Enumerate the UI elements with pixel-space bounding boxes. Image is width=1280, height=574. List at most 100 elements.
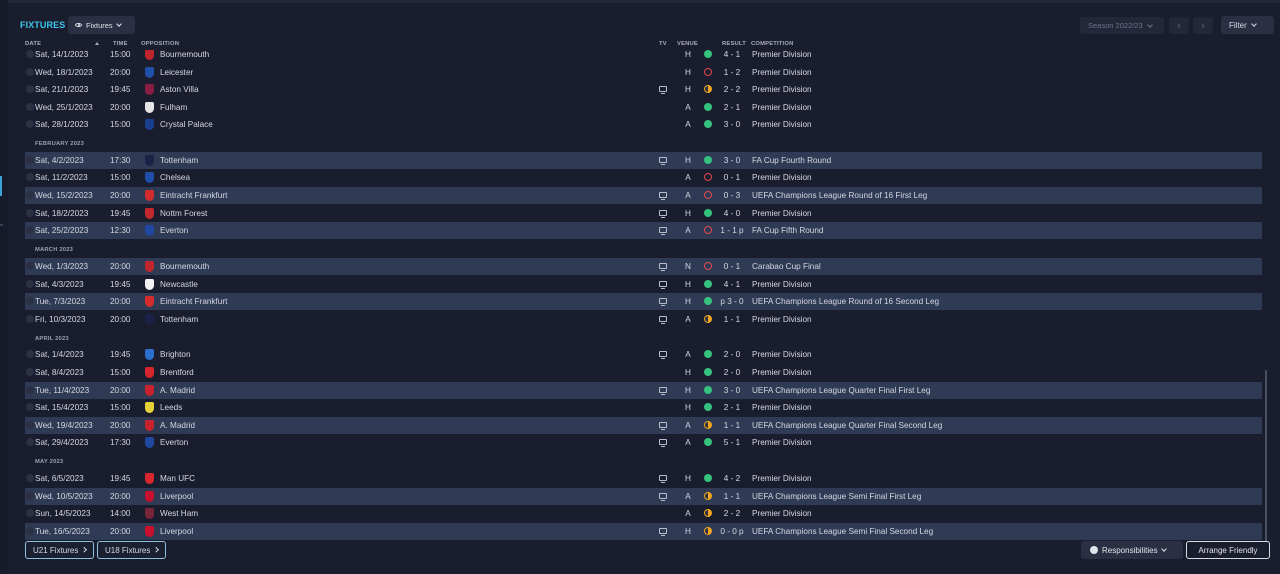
- opponent-name[interactable]: Crystal Palace: [160, 120, 213, 129]
- fixture-row[interactable]: Wed, 1/3/2023 20:00 Bournemouth N 0 - 1 Carab…: [25, 258, 1262, 275]
- competition-name[interactable]: Premier Division: [752, 173, 812, 182]
- opponent-name[interactable]: Leicester: [160, 68, 193, 77]
- result-score[interactable]: 3 - 0: [717, 156, 747, 165]
- fixture-row[interactable]: Tue, 11/4/2023 20:00 A. Madrid H 3 - 0 UEFA C…: [25, 382, 1262, 399]
- fixture-row[interactable]: Wed, 25/1/2023 20:00 Fulham A 2 - 1 Premier D…: [25, 99, 1262, 116]
- previous-season-button[interactable]: ‹: [1169, 17, 1189, 34]
- filter-button[interactable]: Filter: [1221, 16, 1274, 34]
- opponent-name[interactable]: Everton: [160, 226, 188, 235]
- competition-name[interactable]: Premier Division: [752, 50, 812, 59]
- result-score[interactable]: 2 - 1: [717, 103, 747, 112]
- result-score[interactable]: 2 - 2: [717, 509, 747, 518]
- fixture-row[interactable]: Sat, 6/5/2023 19:45 Man UFC H 4 - 2 Premier D…: [25, 470, 1262, 487]
- result-score[interactable]: 0 - 1: [717, 262, 747, 271]
- fixture-row[interactable]: Tue, 16/5/2023 20:00 Liverpool H 0 - 0 p UEFA…: [25, 523, 1262, 540]
- opponent-name[interactable]: West Ham: [160, 509, 198, 518]
- competition-name[interactable]: Premier Division: [752, 209, 812, 218]
- fixture-row[interactable]: Sat, 28/1/2023 15:00 Crystal Palace A 3 - 0 P…: [25, 116, 1262, 133]
- competition-name[interactable]: FA Cup Fifth Round: [752, 226, 823, 235]
- competition-name[interactable]: Premier Division: [752, 120, 812, 129]
- view-selector-button[interactable]: Fixtures: [68, 16, 135, 34]
- result-score[interactable]: 3 - 0: [717, 120, 747, 129]
- result-score[interactable]: 2 - 0: [717, 368, 747, 377]
- scrollbar[interactable]: [1265, 370, 1267, 542]
- result-score[interactable]: 1 - 1 p: [717, 226, 747, 235]
- competition-name[interactable]: UEFA Champions League Round of 16 First …: [752, 191, 927, 200]
- column-header-time[interactable]: TIME: [113, 41, 128, 47]
- opponent-name[interactable]: Fulham: [160, 103, 187, 112]
- fixture-row[interactable]: Tue, 7/3/2023 20:00 Eintracht Frankfurt Hp …: [25, 293, 1262, 310]
- competition-name[interactable]: Carabao Cup Final: [752, 262, 821, 271]
- result-score[interactable]: p 3 - 0: [717, 297, 747, 306]
- fixture-row[interactable]: Wed, 19/4/2023 20:00 A. Madrid A 1 - 1 UEFA C…: [25, 417, 1262, 434]
- fixture-row[interactable]: Sat, 29/4/2023 17:30 Everton A 5 - 1 Premier …: [25, 434, 1262, 451]
- fixture-row[interactable]: Sat, 14/1/2023 15:00 Bournemouth H 4 - 1 Prem…: [25, 50, 1262, 63]
- opponent-name[interactable]: Eintracht Frankfurt: [160, 297, 227, 306]
- column-header-date[interactable]: DATE: [25, 41, 41, 47]
- fixture-row[interactable]: Sat, 21/1/2023 19:45 Aston Villa H 2 - 2 Prem…: [25, 81, 1262, 98]
- opponent-name[interactable]: Aston Villa: [160, 85, 199, 94]
- fixture-row[interactable]: Sat, 15/4/2023 15:00 Leeds H 2 - 1 Premier Di…: [25, 399, 1262, 416]
- column-header-result[interactable]: RESULT: [722, 41, 746, 47]
- opponent-name[interactable]: Eintracht Frankfurt: [160, 191, 227, 200]
- opponent-name[interactable]: Newcastle: [160, 280, 198, 289]
- result-score[interactable]: 0 - 0 p: [717, 527, 747, 536]
- next-season-button[interactable]: ›: [1193, 17, 1213, 34]
- opponent-name[interactable]: Brighton: [160, 350, 191, 359]
- opponent-name[interactable]: Chelsea: [160, 173, 190, 182]
- competition-name[interactable]: UEFA Champions League Semi Final First L…: [752, 492, 921, 501]
- competition-name[interactable]: Premier Division: [752, 509, 812, 518]
- opponent-name[interactable]: Everton: [160, 438, 188, 447]
- result-score[interactable]: 1 - 2: [717, 68, 747, 77]
- competition-name[interactable]: UEFA Champions League Semi Final Second …: [752, 527, 933, 536]
- competition-name[interactable]: Premier Division: [752, 85, 812, 94]
- column-header-tv[interactable]: TV: [659, 41, 667, 47]
- fixture-row[interactable]: Sat, 25/2/2023 12:30 Everton A 1 - 1 p FA Cup…: [25, 222, 1262, 239]
- fixture-row[interactable]: Wed, 15/2/2023 20:00 Eintracht Frankfurt A 0…: [25, 187, 1262, 204]
- column-header-venue[interactable]: VENUE: [677, 41, 698, 47]
- competition-name[interactable]: Premier Division: [752, 438, 812, 447]
- column-header-opposition[interactable]: OPPOSITION: [141, 41, 179, 47]
- result-score[interactable]: 5 - 1: [717, 438, 747, 447]
- fixture-row[interactable]: Sat, 4/3/2023 19:45 Newcastle H 4 - 1 Premier…: [25, 276, 1262, 293]
- responsibilities-button[interactable]: Responsibilities: [1081, 541, 1183, 559]
- competition-name[interactable]: UEFA Champions League Round of 16 Second…: [752, 297, 939, 306]
- competition-name[interactable]: Premier Division: [752, 315, 812, 324]
- opponent-name[interactable]: Nottm Forest: [160, 209, 207, 218]
- competition-name[interactable]: FA Cup Fourth Round: [752, 156, 831, 165]
- competition-name[interactable]: Premier Division: [752, 368, 812, 377]
- competition-name[interactable]: UEFA Champions League Quarter Final Seco…: [752, 421, 942, 430]
- fixture-row[interactable]: Sat, 8/4/2023 15:00 Brentford H 2 - 0 Premier…: [25, 364, 1262, 381]
- fixture-row[interactable]: Fri, 10/3/2023 20:00 Tottenham A 1 - 1 Premie…: [25, 311, 1262, 328]
- competition-name[interactable]: Premier Division: [752, 403, 812, 412]
- opponent-name[interactable]: A. Madrid: [160, 386, 195, 395]
- opponent-name[interactable]: Leeds: [160, 403, 182, 412]
- opponent-name[interactable]: Tottenham: [160, 315, 198, 324]
- opponent-name[interactable]: Liverpool: [160, 492, 193, 501]
- fixture-row[interactable]: Sat, 1/4/2023 19:45 Brighton A 2 - 0 Premier …: [25, 346, 1262, 363]
- opponent-name[interactable]: Liverpool: [160, 527, 193, 536]
- u18-fixtures-button[interactable]: U18 Fixtures: [97, 541, 166, 559]
- fixture-row[interactable]: Sat, 11/2/2023 15:00 Chelsea A 0 - 1 Premier …: [25, 169, 1262, 186]
- result-score[interactable]: 0 - 3: [717, 191, 747, 200]
- result-score[interactable]: 4 - 1: [717, 50, 747, 59]
- opponent-name[interactable]: Bournemouth: [160, 262, 209, 271]
- fixture-row[interactable]: Wed, 18/1/2023 20:00 Leicester H 1 - 2 Premie…: [25, 64, 1262, 81]
- competition-name[interactable]: Premier Division: [752, 103, 812, 112]
- fixture-row[interactable]: Wed, 10/5/2023 20:00 Liverpool A 1 - 1 UEFA C…: [25, 488, 1262, 505]
- opponent-name[interactable]: Brentford: [160, 368, 194, 377]
- result-score[interactable]: 4 - 1: [717, 280, 747, 289]
- fixture-row[interactable]: Sat, 18/2/2023 19:45 Nottm Forest H 4 - 0 Pre…: [25, 205, 1262, 222]
- result-score[interactable]: 4 - 2: [717, 474, 747, 483]
- fixture-row[interactable]: Sun, 14/5/2023 14:00 West Ham A 2 - 2 Premier…: [25, 505, 1262, 522]
- competition-name[interactable]: Premier Division: [752, 474, 812, 483]
- competition-name[interactable]: Premier Division: [752, 280, 812, 289]
- arrange-friendly-button[interactable]: Arrange Friendly: [1186, 541, 1270, 559]
- opponent-name[interactable]: Bournemouth: [160, 50, 209, 59]
- opponent-name[interactable]: Man UFC: [160, 474, 195, 483]
- result-score[interactable]: 1 - 1: [717, 421, 747, 430]
- result-score[interactable]: 3 - 0: [717, 386, 747, 395]
- result-score[interactable]: 0 - 1: [717, 173, 747, 182]
- competition-name[interactable]: UEFA Champions League Quarter Final Firs…: [752, 386, 930, 395]
- result-score[interactable]: 1 - 1: [717, 492, 747, 501]
